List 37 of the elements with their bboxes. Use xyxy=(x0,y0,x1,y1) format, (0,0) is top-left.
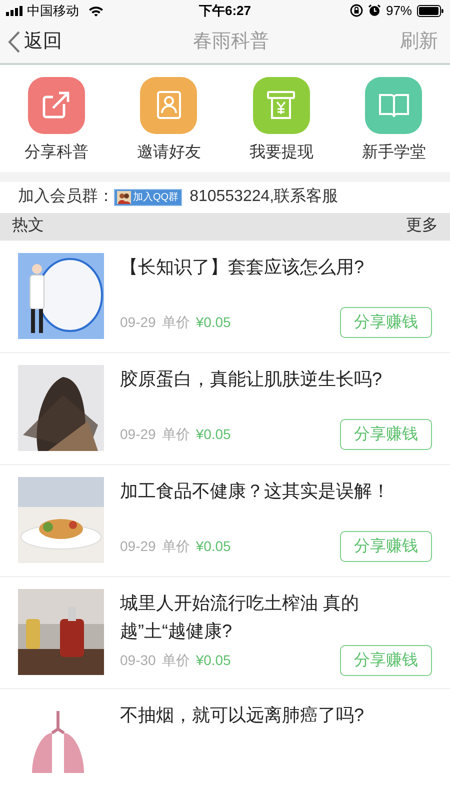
page-title: 春雨科普 xyxy=(192,30,270,54)
quick-action-button[interactable]: 我要提现 xyxy=(225,76,338,164)
article-price: ¥0.05 xyxy=(196,537,231,556)
quick-action-button[interactable]: 邀请好友 xyxy=(112,76,225,164)
status-time: 下午6:27 xyxy=(198,2,252,20)
back-button[interactable]: 返回 xyxy=(8,28,62,56)
quick-action-button[interactable]: 分享科普 xyxy=(0,76,112,164)
price-label: 单价 xyxy=(162,537,190,556)
article-price: ¥0.05 xyxy=(196,313,231,332)
rotation-lock-icon xyxy=(350,4,363,18)
section-title: 热文 xyxy=(12,216,44,236)
carrier-name: 中国移动 xyxy=(27,2,79,20)
article-price: ¥0.05 xyxy=(196,425,231,444)
article-title[interactable]: 城里人开始流行吃土榨油 真的越”土“越健康? xyxy=(120,589,432,645)
qq-group-number: 810553224,联系客服 xyxy=(190,186,338,208)
battery-percent: 97% xyxy=(386,2,412,20)
more-link[interactable]: 更多 xyxy=(406,214,438,238)
member-group-label: 加入会员群： xyxy=(18,186,114,208)
back-chevron-icon xyxy=(8,30,20,53)
article-date: 09-30 xyxy=(120,651,156,670)
article-title[interactable]: 【长知识了】套套应该怎么用? xyxy=(120,253,432,281)
signal-icon xyxy=(6,6,24,16)
alarm-icon xyxy=(368,4,381,18)
price-label: 单价 xyxy=(162,651,190,670)
price-label: 单价 xyxy=(162,425,190,444)
article-date: 09-29 xyxy=(120,425,156,444)
article-date: 09-29 xyxy=(120,537,156,556)
article-title[interactable]: 不抽烟，就可以远离肺癌了吗? xyxy=(120,701,432,729)
article-price: ¥0.05 xyxy=(196,651,231,670)
price-label: 单价 xyxy=(162,313,190,332)
article-title[interactable]: 加工食品不健康？这其实是误解！ xyxy=(120,477,432,505)
people-icon xyxy=(117,190,131,204)
article-title[interactable]: 胶原蛋白，真能让肌肤逆生长吗? xyxy=(120,365,432,393)
quick-action-button[interactable]: 新手学堂 xyxy=(338,76,450,164)
article-date: 09-29 xyxy=(120,313,156,332)
battery-icon xyxy=(417,4,444,17)
wifi-icon xyxy=(88,4,104,17)
